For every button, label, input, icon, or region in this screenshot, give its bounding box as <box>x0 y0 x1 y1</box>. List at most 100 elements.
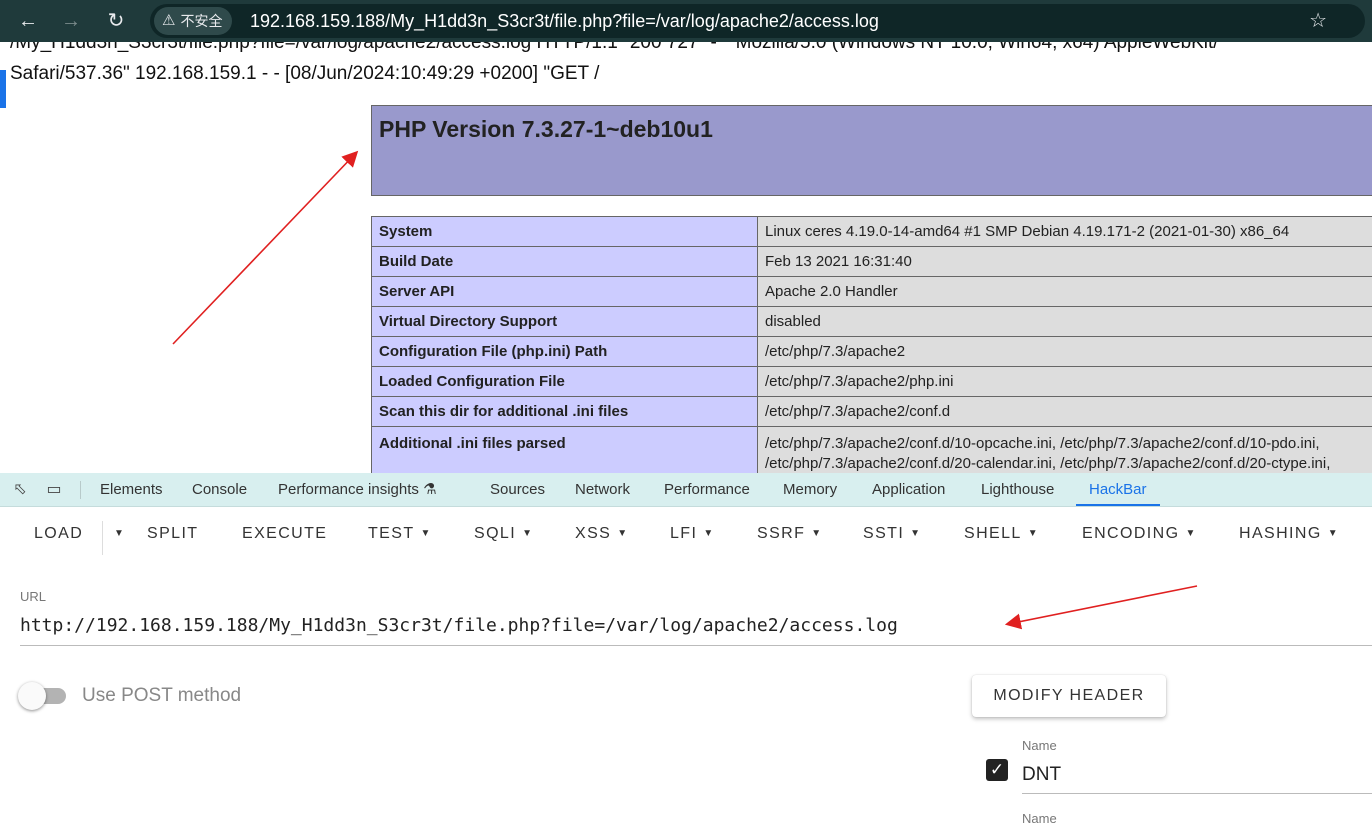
divider <box>80 481 81 499</box>
address-bar[interactable]: ⚠ 不安全 192.168.159.188/My_H1dd3n_S3cr3t/f… <box>150 4 1365 38</box>
phpinfo-key: Build Date <box>372 247 758 277</box>
devtools-panel: ⬁ ▭ Elements Console Performance insight… <box>0 473 1372 821</box>
table-row: Configuration File (php.ini) Path /etc/p… <box>372 337 1372 367</box>
inspect-element-icon[interactable]: ⬁ <box>10 480 30 500</box>
device-toolbar-icon[interactable]: ▭ <box>44 480 64 500</box>
xss-menu-button[interactable]: XSS ▼ <box>575 525 629 543</box>
encoding-menu-button[interactable]: ENCODING▼ <box>1082 525 1197 543</box>
table-row: Scan this dir for additional .ini files … <box>372 397 1372 427</box>
url-input[interactable]: http://192.168.159.188/My_H1dd3n_S3cr3t/… <box>20 613 1372 646</box>
ssrf-menu-button[interactable]: SSRF ▼ <box>757 525 823 543</box>
log-line-cut: /My_H1dd3n_S3cr3t/file.php?file=/var/log… <box>10 42 1219 54</box>
page-viewport: /My_H1dd3n_S3cr3t/file.php?file=/var/log… <box>0 42 1372 473</box>
chevron-down-icon: ▼ <box>1028 528 1039 539</box>
tab-elements[interactable]: Elements <box>100 473 163 506</box>
load-options-chevron-icon[interactable]: ▼ <box>108 525 125 543</box>
execute-button[interactable]: EXECUTE <box>242 525 327 543</box>
table-row: Additional .ini files parsed /etc/php/7.… <box>372 427 1372 474</box>
menu-label: SQLI <box>474 525 516 542</box>
table-row: Server API Apache 2.0 Handler <box>372 277 1372 307</box>
devtools-tab-bar: ⬁ ▭ Elements Console Performance insight… <box>0 473 1372 507</box>
table-row: System Linux ceres 4.19.0-14-amd64 #1 SM… <box>372 217 1372 247</box>
chevron-down-icon: ▼ <box>1328 528 1339 539</box>
chevron-down-icon: ▼ <box>421 528 432 539</box>
header-name-label: Name <box>1022 738 1057 753</box>
tab-performance-insights[interactable]: Performance insights ⚗ <box>278 473 437 506</box>
back-arrow-icon[interactable]: ← <box>16 9 40 33</box>
table-row: Build Date Feb 13 2021 16:31:40 <box>372 247 1372 277</box>
tab-memory[interactable]: Memory <box>783 473 837 506</box>
forward-arrow-icon[interactable]: → <box>59 9 83 33</box>
log-line: Safari/537.36" 192.168.159.1 - - [08/Jun… <box>10 63 599 85</box>
phpinfo-value: Linux ceres 4.19.0-14-amd64 #1 SMP Debia… <box>758 217 1372 247</box>
warning-icon: ⚠ <box>162 7 175 35</box>
phpinfo-value: disabled <box>758 307 1372 337</box>
phpinfo-key: System <box>372 217 758 247</box>
chevron-down-icon: ▼ <box>1185 528 1196 539</box>
tab-network[interactable]: Network <box>575 473 630 506</box>
phpinfo-key: Scan this dir for additional .ini files <box>372 397 758 427</box>
tab-console[interactable]: Console <box>192 473 247 506</box>
modify-header-button[interactable]: MODIFY HEADER <box>972 675 1166 717</box>
chevron-down-icon: ▼ <box>910 528 921 539</box>
phpinfo-value: /etc/php/7.3/apache2 <box>758 337 1372 367</box>
chevron-down-icon: ▼ <box>522 528 533 539</box>
phpinfo-key: Configuration File (php.ini) Path <box>372 337 758 367</box>
php-version-header: PHP Version 7.3.27-1~deb10u1 <box>371 105 1372 196</box>
tab-performance[interactable]: Performance <box>664 473 750 506</box>
phpinfo-value: /etc/php/7.3/apache2/conf.d <box>758 397 1372 427</box>
phpinfo-value: /etc/php/7.3/apache2/conf.d/10-opcache.i… <box>758 427 1372 474</box>
tab-lighthouse[interactable]: Lighthouse <box>981 473 1054 506</box>
split-button[interactable]: SPLIT <box>147 525 198 543</box>
table-row: Virtual Directory Support disabled <box>372 307 1372 337</box>
tab-hackbar[interactable]: HackBar <box>1076 473 1160 506</box>
hackbar-toolbar: LOAD ▼ SPLIT EXECUTE TEST ▼ SQLI ▼ XSS ▼ LF… <box>0 507 1372 567</box>
phpinfo-value: Feb 13 2021 16:31:40 <box>758 247 1372 277</box>
menu-label: HASHING <box>1239 525 1322 542</box>
focus-indicator <box>0 70 6 108</box>
url-field-label: URL <box>20 589 46 604</box>
phpinfo-value: /etc/php/7.3/apache2/php.ini <box>758 367 1372 397</box>
phpinfo-key: Virtual Directory Support <box>372 307 758 337</box>
load-button[interactable]: LOAD <box>34 525 83 543</box>
flask-icon: ⚗ <box>423 481 436 498</box>
browser-toolbar: ← → ↻ ⚠ 不安全 192.168.159.188/My_H1dd3n_S3… <box>0 0 1372 42</box>
lfi-menu-button[interactable]: LFI ▼ <box>670 525 715 543</box>
header-name-input[interactable]: DNT <box>1022 761 1372 794</box>
header-enabled-checkbox[interactable]: ✓ <box>986 759 1008 781</box>
menu-label: SSTI <box>863 525 904 542</box>
post-method-label: Use POST method <box>82 685 241 707</box>
header-name-label: Name <box>1022 811 1057 826</box>
hashing-menu-button[interactable]: HASHING ▼ <box>1239 525 1339 543</box>
chevron-down-icon: ▼ <box>703 528 714 539</box>
chevron-down-icon: ▼ <box>811 528 822 539</box>
toggle-knob[interactable] <box>18 682 46 710</box>
tab-label: Performance insights <box>278 481 419 498</box>
phpinfo-table: System Linux ceres 4.19.0-14-amd64 #1 SM… <box>371 216 1372 473</box>
phpinfo-key: Additional .ini files parsed <box>372 427 758 474</box>
sqli-menu-button[interactable]: SQLI ▼ <box>474 525 533 543</box>
table-row: Loaded Configuration File /etc/php/7.3/a… <box>372 367 1372 397</box>
menu-label: TEST <box>368 525 415 542</box>
phpinfo-value-line: /etc/php/7.3/apache2/conf.d/20-calendar.… <box>765 454 1372 473</box>
security-label: 不安全 <box>180 7 222 35</box>
test-menu-button[interactable]: TEST ▼ <box>368 525 432 543</box>
tab-sources[interactable]: Sources <box>490 473 545 506</box>
menu-label: SSRF <box>757 525 805 542</box>
phpinfo-value: Apache 2.0 Handler <box>758 277 1372 307</box>
phpinfo-key: Server API <box>372 277 758 307</box>
address-bar-url[interactable]: 192.168.159.188/My_H1dd3n_S3cr3t/file.ph… <box>250 4 879 38</box>
menu-label: LFI <box>670 525 697 542</box>
chevron-down-icon: ▼ <box>617 528 628 539</box>
ssti-menu-button[interactable]: SSTI ▼ <box>863 525 921 543</box>
php-version-title: PHP Version 7.3.27-1~deb10u1 <box>379 116 713 143</box>
phpinfo-value-line: /etc/php/7.3/apache2/conf.d/10-opcache.i… <box>765 434 1372 454</box>
menu-label: XSS <box>575 525 611 542</box>
divider <box>102 521 103 555</box>
bookmark-star-icon[interactable]: ☆ <box>1309 4 1327 38</box>
security-chip[interactable]: ⚠ 不安全 <box>154 7 232 35</box>
menu-label: SHELL <box>964 525 1022 542</box>
tab-application[interactable]: Application <box>872 473 945 506</box>
reload-icon[interactable]: ↻ <box>104 9 128 33</box>
shell-menu-button[interactable]: SHELL ▼ <box>964 525 1039 543</box>
